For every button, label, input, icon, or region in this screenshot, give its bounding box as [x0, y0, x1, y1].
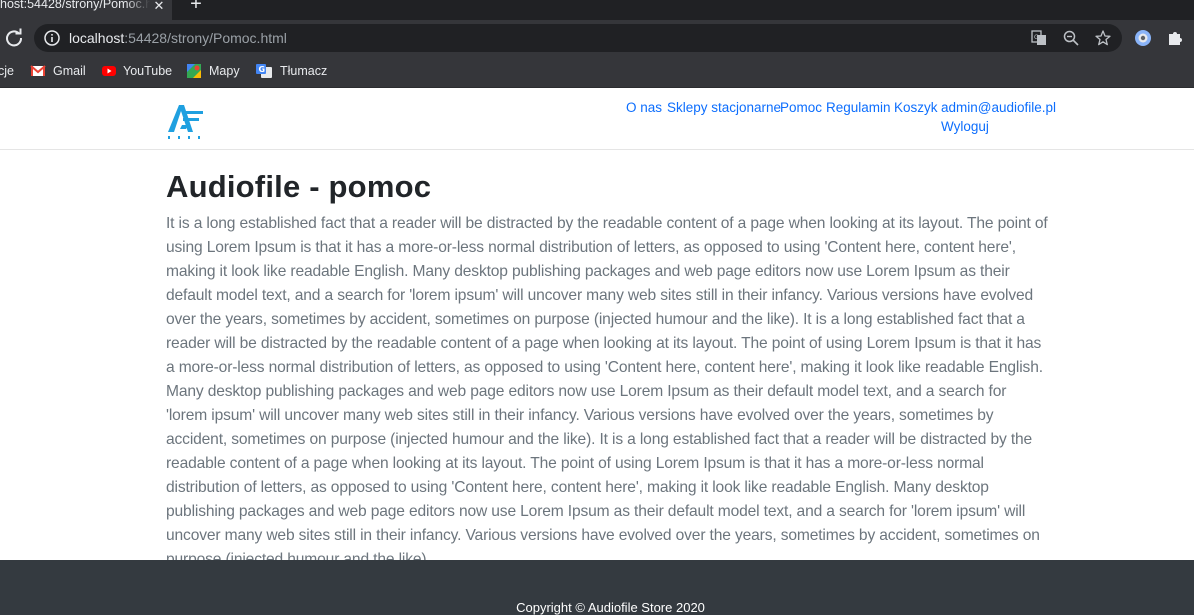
youtube-icon — [102, 66, 116, 76]
nav-regulamin[interactable]: Regulamin — [826, 100, 891, 115]
bookmark-maps[interactable]: Mapy — [186, 62, 244, 82]
gmail-icon — [30, 65, 46, 76]
bookmark-youtube[interactable]: YouTube — [101, 62, 175, 82]
tab-title: host:54428/strony/Pomoc.html — [0, 0, 150, 11]
new-tab-button[interactable]: + — [186, 0, 206, 14]
bookmark-label: Gmail — [53, 64, 86, 78]
zoom-icon[interactable] — [1063, 30, 1079, 46]
extensions-puzzle-icon[interactable] — [1166, 29, 1184, 47]
address-bar[interactable]: localhost:54428/strony/Pomoc.html G — [34, 24, 1122, 52]
nav-sklepy-stacjonarne[interactable]: Sklepy stacjonarne — [667, 100, 781, 115]
nav-o-nas[interactable]: O nas — [626, 100, 662, 115]
main-nav: O nas Sklepy stacjonarne Pomoc Regulamin… — [0, 100, 1194, 140]
bookmark-label: cje — [0, 64, 14, 78]
svg-text:G: G — [259, 65, 266, 74]
main-content: Audiofile - pomoc It is a long establish… — [166, 168, 1051, 572]
bookmark-label: Tłumacz — [280, 64, 328, 78]
url-path: :54428/strony/Pomoc.html — [124, 30, 287, 46]
nav-user-email[interactable]: admin@audiofile.pl — [941, 100, 1056, 115]
site-info-icon[interactable] — [44, 30, 60, 46]
svg-text:G: G — [1034, 34, 1039, 41]
url-text[interactable]: localhost:54428/strony/Pomoc.html — [69, 30, 287, 46]
bookmark-label: Mapy — [209, 64, 240, 78]
maps-icon — [187, 64, 201, 78]
site-header: O nas Sklepy stacjonarne Pomoc Regulamin… — [0, 88, 1194, 150]
page-title: Audiofile - pomoc — [166, 169, 432, 204]
tab-close-icon[interactable]: ✕ — [151, 0, 167, 14]
extension-profile-icon[interactable] — [1134, 29, 1152, 47]
bookmark-apps[interactable]: cje — [0, 62, 18, 82]
browser-toolbar: localhost:54428/strony/Pomoc.html G — [0, 20, 1194, 56]
bookmark-label: YouTube — [123, 64, 173, 78]
bookmark-star-icon[interactable] — [1095, 30, 1111, 46]
site-footer: Copyright © Audiofile Store 2020 — [0, 560, 1194, 615]
nav-pomoc[interactable]: Pomoc — [780, 100, 822, 115]
bookmark-translate[interactable]: G Tłumacz — [256, 62, 328, 82]
nav-koszyk[interactable]: Koszyk — [894, 100, 938, 115]
url-host: localhost — [69, 30, 125, 46]
reload-icon[interactable] — [3, 27, 25, 49]
browser-tab[interactable]: host:54428/strony/Pomoc.html ✕ — [0, 0, 172, 20]
copyright-text: Copyright © Audiofile Store 2020 — [516, 600, 705, 615]
browser-tabstrip: host:54428/strony/Pomoc.html ✕ + — [0, 0, 1194, 20]
translate-page-icon[interactable]: G — [1031, 30, 1047, 46]
help-paragraph: It is a long established fact that a rea… — [166, 215, 1048, 568]
translate-icon: G — [256, 64, 272, 78]
nav-logout[interactable]: Wyloguj — [941, 119, 989, 134]
bookmarks-bar: cje Gmail YouTube Mapy G Tłumacz — [0, 56, 1194, 88]
bookmark-gmail[interactable]: Gmail — [30, 62, 90, 82]
